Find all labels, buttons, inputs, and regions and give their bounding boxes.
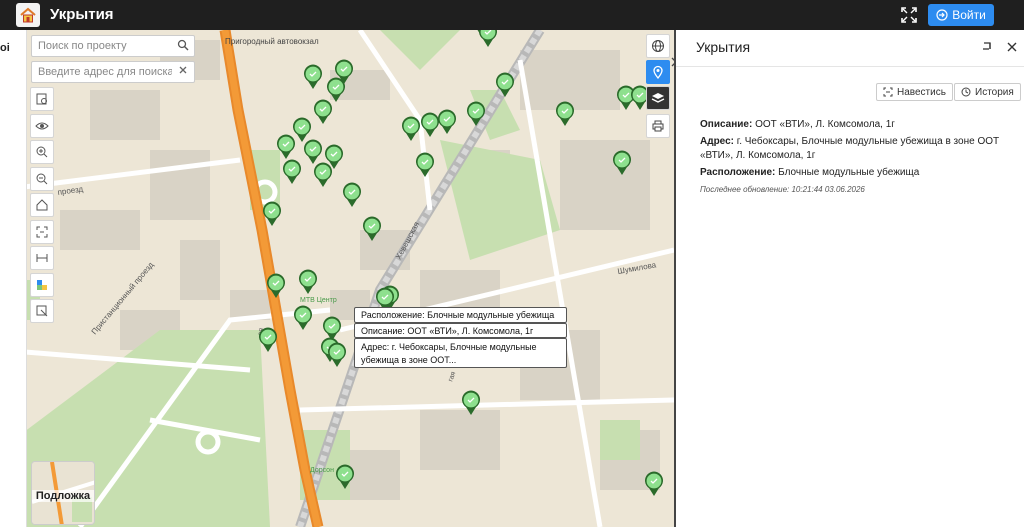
location-pin-icon [653, 65, 663, 79]
location-pin-button[interactable] [646, 60, 670, 84]
panel-divider [676, 66, 1024, 67]
attr-location: Расположение: Блочные модульные убежища [700, 166, 920, 178]
measure-icon [36, 254, 48, 262]
map-label-mtv: МТВ Центр [300, 297, 337, 304]
extent-icon [36, 226, 48, 237]
attr-description: Описание: ООТ «ВТИ», Л. Комсомола, 1г [700, 119, 895, 130]
panel-close-button[interactable] [1006, 40, 1018, 56]
history-icon [961, 87, 971, 97]
eye-icon [35, 122, 49, 129]
app-logo[interactable] [16, 3, 40, 27]
last-updated: Последнее обновление: 10:21:44 03.06.202… [700, 185, 865, 194]
map-label-station: Пригородный автовокзал [225, 37, 319, 46]
attr-address: Адрес: г. Чебоксары, Блочные модульные у… [700, 136, 1000, 161]
map-canvas[interactable]: Пригородный автовокзал Хевешская Шумилов… [0, 30, 674, 527]
layers-icon [651, 93, 665, 103]
fullscreen-icon [901, 7, 917, 23]
basemap-switcher[interactable]: Подложка [31, 461, 95, 525]
select-tool-button[interactable] [30, 87, 54, 111]
home-button[interactable] [30, 193, 54, 217]
left-strip-label: оі [0, 42, 10, 54]
collapse-icon [983, 42, 991, 50]
zoom-in-icon [36, 146, 48, 158]
login-button[interactable]: Войти [928, 4, 994, 26]
address-search-input[interactable] [32, 66, 172, 78]
panel-title: Укрытия [696, 39, 751, 55]
zoom-out-icon [36, 173, 48, 184]
tooltip-location: Расположение: Блочные модульные убежища [354, 307, 567, 323]
visibility-tool-button[interactable] [30, 113, 54, 138]
project-search [31, 35, 195, 57]
globe-button[interactable] [646, 34, 670, 58]
feature-attributes: Описание: ООТ «ВТИ», Л. Комсомола, 1г Ад… [700, 118, 1010, 197]
tooltip-address: Адрес: г. Чебоксары, Блочные модульные у… [354, 338, 567, 368]
print-button[interactable] [646, 114, 670, 138]
select-icon [36, 93, 47, 105]
top-bar: Укрытия Войти [0, 0, 1024, 30]
project-search-input[interactable] [32, 40, 172, 52]
address-search [31, 61, 195, 83]
home-icon [36, 199, 48, 211]
close-icon [1007, 42, 1017, 52]
info-panel: Укрытия Навестись История Описание: ООТ … [674, 30, 1024, 527]
measure-button[interactable] [30, 246, 54, 270]
map-tools [30, 87, 54, 326]
focus-icon [883, 87, 893, 97]
clear-icon[interactable] [176, 65, 190, 79]
map-base: Пригородный автовокзал Хевешская Шумилов… [0, 30, 674, 527]
legend-button[interactable] [30, 272, 54, 297]
app-title: Укрытия [50, 6, 114, 23]
search-icon[interactable] [176, 39, 190, 53]
panel-collapse-button[interactable] [981, 40, 993, 55]
print-icon [652, 120, 664, 132]
map-label-park: Дорсон [310, 467, 334, 474]
draw-button[interactable] [30, 299, 54, 323]
tooltip-description: Описание: ООТ «ВТИ», Л. Комсомола, 1г [354, 323, 567, 338]
fullscreen-button[interactable] [900, 6, 918, 24]
zoom-out-button[interactable] [30, 166, 54, 191]
navigate-label: Навестись [897, 86, 946, 98]
draw-icon [36, 305, 48, 317]
zoom-in-button[interactable] [30, 140, 54, 164]
legend-icon [37, 279, 47, 290]
left-side-strip: оі [0, 30, 27, 527]
basemap-label: Подложка [32, 490, 94, 502]
navigate-button[interactable]: Навестись [876, 83, 953, 101]
login-label: Войти [952, 8, 986, 22]
login-icon [936, 9, 948, 21]
globe-icon [652, 40, 664, 52]
history-button[interactable]: История [954, 83, 1021, 101]
layers-button[interactable] [646, 86, 670, 110]
extent-button[interactable] [30, 219, 54, 244]
house-icon [20, 7, 36, 23]
history-label: История [975, 86, 1014, 98]
layer-tools [646, 34, 670, 140]
